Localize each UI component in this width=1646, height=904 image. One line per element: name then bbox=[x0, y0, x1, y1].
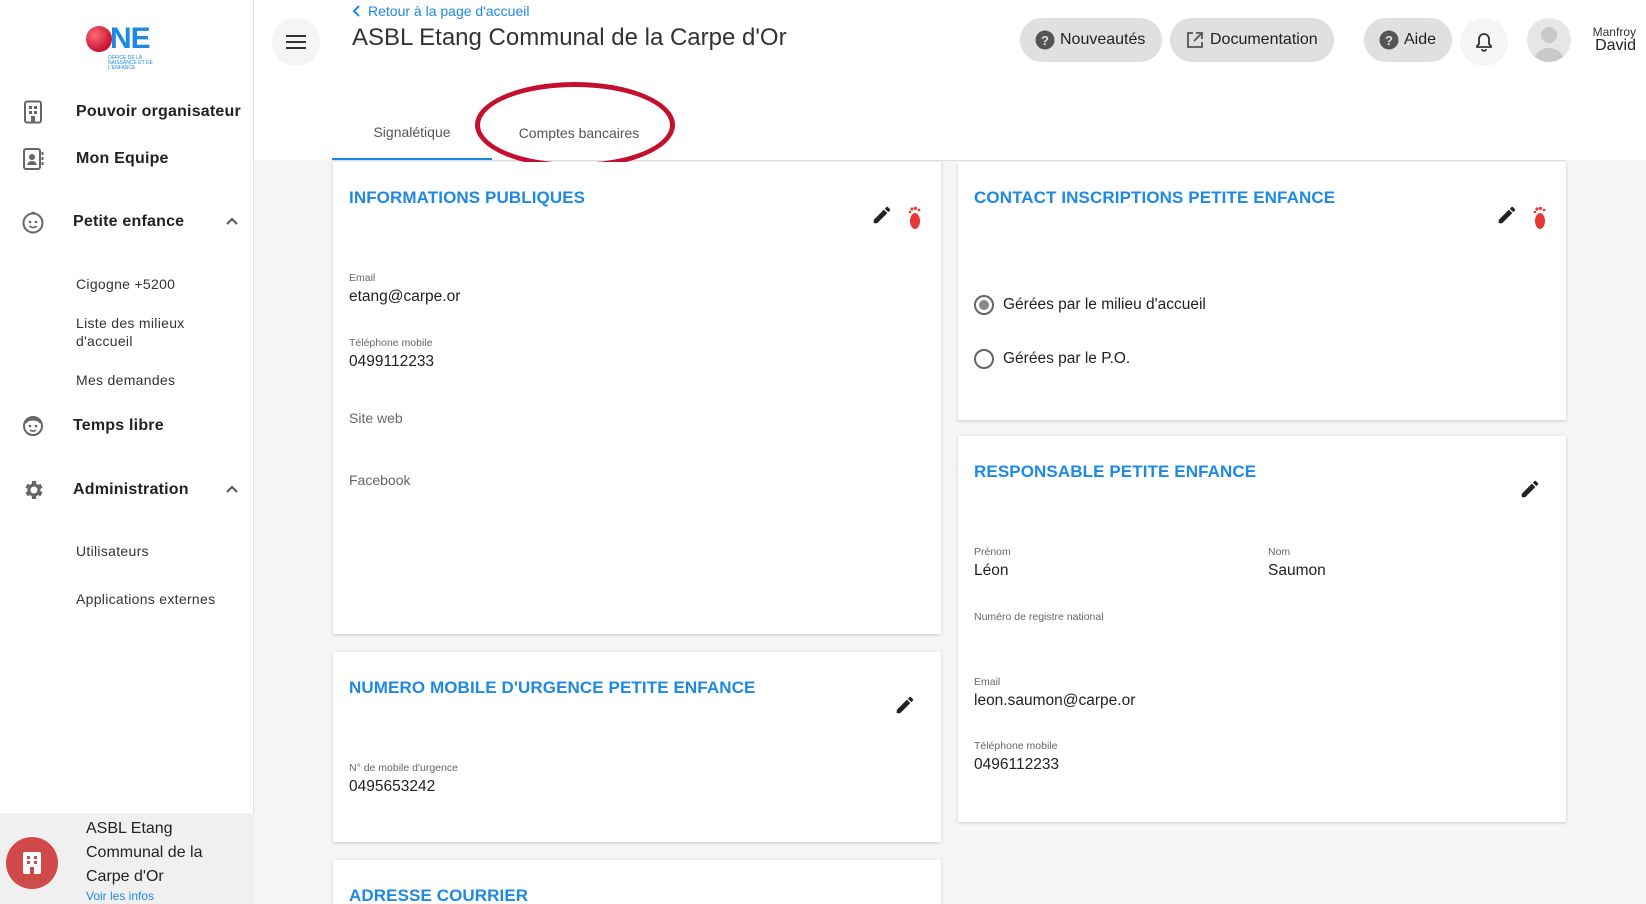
chevron-left-icon bbox=[352, 5, 360, 17]
edit-pencil-icon[interactable] bbox=[894, 694, 916, 716]
logo-ball-icon bbox=[86, 26, 112, 52]
baby-face-icon bbox=[20, 209, 46, 235]
phone-label: Téléphone mobile bbox=[974, 740, 1058, 752]
external-link-icon bbox=[1184, 29, 1206, 51]
sidebar-item-mon-equipe[interactable]: Mon Equipe bbox=[0, 139, 254, 179]
contact-card-icon bbox=[20, 146, 46, 172]
sidebar-item-temps-libre[interactable]: Temps libre bbox=[0, 406, 254, 446]
sidebar-subitem-liste-milieux[interactable]: Liste des milieux d'accueil bbox=[76, 314, 216, 350]
organisation-building-icon bbox=[6, 837, 58, 889]
svg-text:?: ? bbox=[1385, 33, 1393, 48]
current-organisation-card[interactable]: ASBL Etang Communal de la Carpe d'Or Voi… bbox=[0, 813, 254, 904]
edit-pencil-icon[interactable] bbox=[871, 204, 893, 226]
sidebar-subitem-applications-externes[interactable]: Applications externes bbox=[76, 590, 215, 608]
logo-subtitle: OFFICE DE LA NAISSANCE ET DE L'ENFANCE bbox=[108, 55, 153, 71]
radio-checked-icon[interactable] bbox=[974, 295, 994, 315]
footprint-icon[interactable] bbox=[1531, 206, 1549, 230]
back-to-home-link[interactable]: Retour à la page d'accueil bbox=[352, 3, 529, 19]
organisation-name: ASBL Etang Communal de la Carpe d'Or bbox=[86, 820, 203, 885]
documentation-button[interactable]: Documentation bbox=[1170, 18, 1334, 62]
urgence-card: NUMERO MOBILE D'URGENCE PETITE ENFANCE N… bbox=[333, 652, 941, 842]
radio-unchecked-icon[interactable] bbox=[974, 349, 994, 369]
card-title: CONTACT INSCRIPTIONS PETITE ENFANCE bbox=[974, 188, 1336, 207]
radio-option-po[interactable]: Gérées par le P.O. bbox=[974, 349, 1130, 369]
sidebar-item-label: Pouvoir organisateur bbox=[76, 103, 241, 120]
sidebar-item-label: Temps libre bbox=[73, 417, 164, 434]
header: Retour à la page d'accueil ASBL Etang Co… bbox=[254, 0, 1646, 160]
urgence-label: N° de mobile d'urgence bbox=[349, 762, 458, 774]
sidebar-item-label: Mon Equipe bbox=[76, 150, 169, 167]
child-face-icon bbox=[20, 413, 46, 439]
urgence-value: 0495653242 bbox=[349, 778, 436, 795]
sidebar-item-administration[interactable]: Administration bbox=[0, 470, 254, 510]
nom-label: Nom bbox=[1268, 546, 1291, 558]
card-title: NUMERO MOBILE D'URGENCE PETITE ENFANCE bbox=[349, 678, 756, 697]
help-button[interactable]: ? Aide bbox=[1364, 18, 1452, 62]
email-value: leon.saumon@carpe.or bbox=[974, 692, 1136, 709]
card-title: RESPONSABLE PETITE ENFANCE bbox=[974, 462, 1257, 481]
gear-icon bbox=[20, 477, 46, 503]
help-circle-icon: ? bbox=[1034, 29, 1056, 51]
prenom-value: Léon bbox=[974, 562, 1009, 579]
card-title: INFORMATIONS PUBLIQUES bbox=[349, 188, 586, 207]
svg-text:?: ? bbox=[1041, 33, 1049, 48]
one-logo[interactable]: NE OFFICE DE LA NAISSANCE ET DE L'ENFANC… bbox=[86, 22, 166, 74]
edit-pencil-icon[interactable] bbox=[1496, 204, 1518, 226]
hamburger-icon bbox=[286, 35, 306, 49]
edit-pencil-icon[interactable] bbox=[1519, 478, 1541, 500]
responsable-card: RESPONSABLE PETITE ENFANCE Prénom Léon N… bbox=[958, 436, 1566, 822]
user-avatar[interactable] bbox=[1527, 18, 1571, 62]
card-title: ADRESSE COURRIER bbox=[349, 886, 529, 904]
page-title: ASBL Etang Communal de la Carpe d'Or bbox=[352, 24, 787, 51]
nom-value: Saumon bbox=[1268, 562, 1326, 579]
sidebar-subitem-utilisateurs[interactable]: Utilisateurs bbox=[76, 542, 149, 560]
public-info-card: INFORMATIONS PUBLIQUES Email etang@carpe… bbox=[333, 162, 941, 634]
logo-text: NE bbox=[110, 22, 151, 55]
bell-icon bbox=[1476, 33, 1492, 52]
footprint-icon[interactable] bbox=[906, 206, 924, 230]
email-label: Email bbox=[349, 272, 376, 284]
back-link-label: Retour à la page d'accueil bbox=[368, 3, 530, 19]
chevron-up-icon[interactable] bbox=[224, 482, 240, 498]
radio-option-milieu[interactable]: Gérées par le milieu d'accueil bbox=[974, 295, 1206, 315]
building-icon bbox=[20, 99, 46, 125]
phone-value: 0499112233 bbox=[349, 353, 435, 370]
website-label: Site web bbox=[349, 410, 403, 426]
sidebar-subitem-cigogne[interactable]: Cigogne +5200 bbox=[76, 275, 175, 293]
sidebar-item-label: Petite enfance bbox=[73, 213, 185, 230]
tab-comptes-bancaires[interactable]: Comptes bancaires bbox=[492, 105, 666, 160]
phone-label: Téléphone mobile bbox=[349, 337, 433, 349]
help-button-label: Aide bbox=[1403, 31, 1436, 48]
organisation-info-link[interactable]: Voir les infos bbox=[86, 889, 154, 903]
registre-label: Numéro de registre national bbox=[974, 611, 1104, 623]
tab-signaletique[interactable]: Signalétique bbox=[332, 105, 492, 160]
documentation-button-label: Documentation bbox=[1210, 31, 1318, 48]
email-label: Email bbox=[974, 676, 1001, 688]
contact-card: CONTACT INSCRIPTIONS PETITE ENFANCE Géré… bbox=[958, 162, 1566, 420]
chevron-up-icon[interactable] bbox=[224, 214, 240, 230]
help-circle-icon: ? bbox=[1378, 29, 1400, 51]
phone-value: 0496112233 bbox=[974, 756, 1060, 773]
facebook-label: Facebook bbox=[349, 472, 411, 488]
menu-button[interactable] bbox=[272, 18, 320, 66]
radio-label: Gérées par le milieu d'accueil bbox=[1003, 296, 1206, 313]
email-value: etang@carpe.or bbox=[349, 288, 461, 305]
sidebar: NE OFFICE DE LA NAISSANCE ET DE L'ENFANC… bbox=[0, 0, 254, 904]
notifications-button[interactable] bbox=[1460, 18, 1508, 66]
adresse-card: ADRESSE COURRIER bbox=[333, 860, 941, 904]
prenom-label: Prénom bbox=[974, 546, 1011, 558]
radio-label: Gérées par le P.O. bbox=[1003, 350, 1131, 367]
sidebar-item-pouvoir-organisateur[interactable]: Pouvoir organisateur bbox=[0, 92, 254, 132]
sidebar-item-label: Administration bbox=[73, 481, 189, 498]
news-button[interactable]: ? Nouveautés bbox=[1020, 18, 1162, 62]
sidebar-subitem-mes-demandes[interactable]: Mes demandes bbox=[76, 371, 175, 389]
news-button-label: Nouveautés bbox=[1060, 31, 1146, 48]
tab-divider bbox=[332, 160, 1566, 161]
sidebar-item-petite-enfance[interactable]: Petite enfance bbox=[0, 202, 254, 242]
user-last-name[interactable]: David bbox=[1584, 37, 1636, 55]
